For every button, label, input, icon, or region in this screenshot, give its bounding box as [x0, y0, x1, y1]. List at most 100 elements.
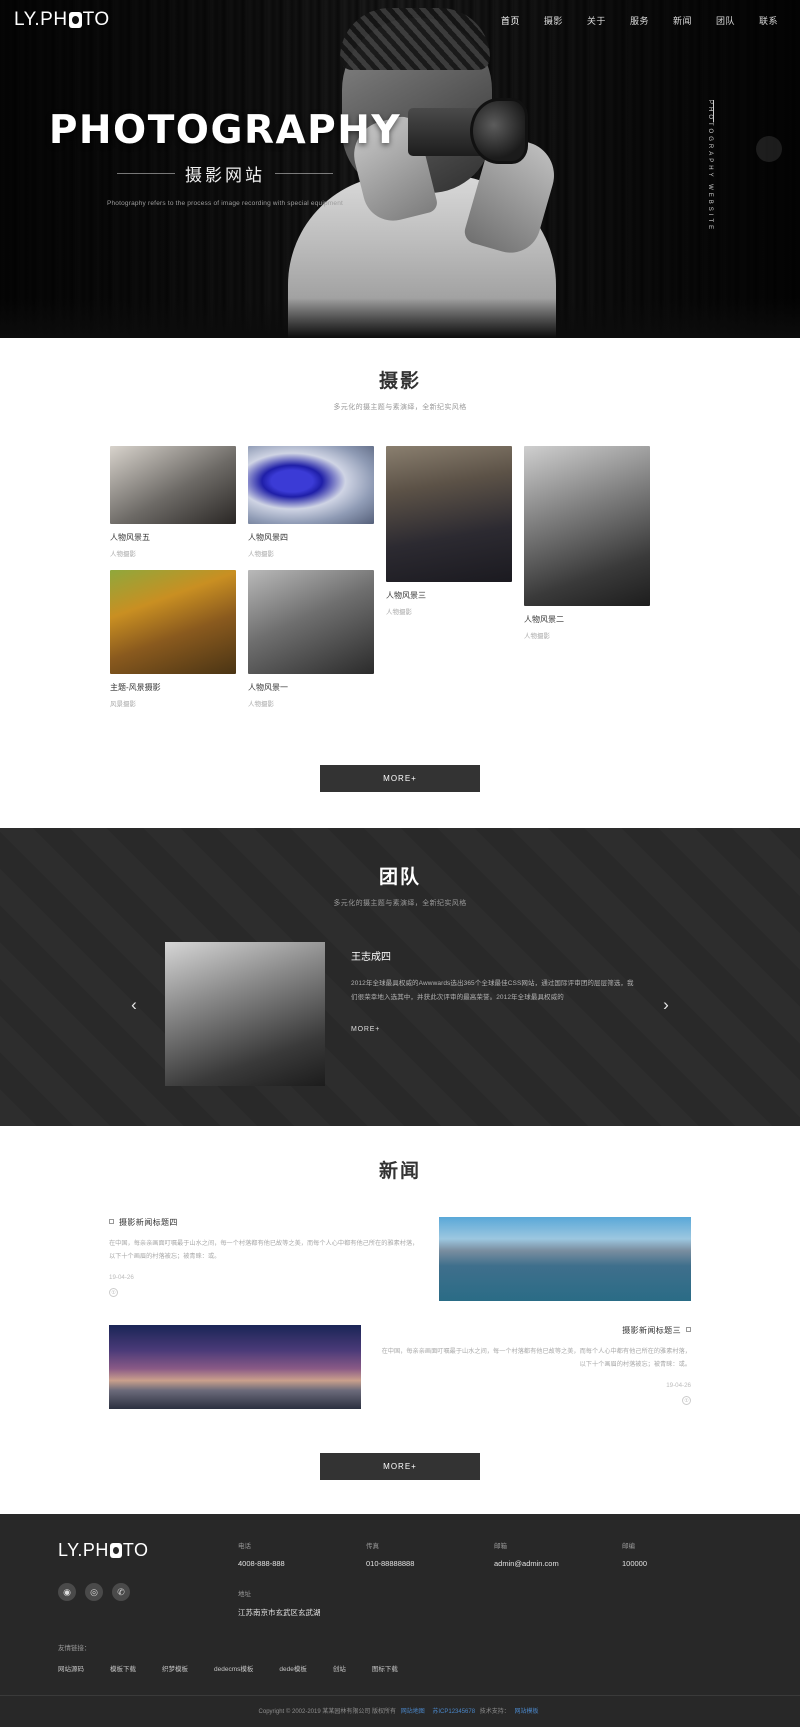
gallery-thumbnail[interactable]	[110, 570, 236, 674]
gallery-thumbnail[interactable]	[248, 446, 374, 524]
news-heading: 新闻	[0, 1156, 800, 1183]
gallery-item[interactable]: 人物风景五 人物摄影	[110, 446, 236, 558]
contact-label: 电话	[238, 1543, 251, 1550]
friend-link[interactable]: 创站	[333, 1663, 346, 1673]
contact-label: 邮箱	[494, 1543, 507, 1550]
photography-more-button[interactable]: MORE+	[320, 765, 480, 792]
friend-links-row: 网站源码 模板下载 织梦模板 dedecms模板 dede模板 创站 图标下载	[58, 1663, 750, 1673]
nav-item-about[interactable]: 关于	[575, 8, 618, 33]
site-footer: LY.PH TO ◉ ◎ ✆ 电话 4008-888-888 传真 010-888…	[0, 1514, 800, 1727]
top-navigation-bar: LY.PH TO 首页 摄影 关于 服务 新闻 团队 联系	[0, 0, 800, 40]
gallery-caption: 人物风景三 人物摄影	[386, 582, 512, 616]
gallery-item-tag: 人物摄影	[248, 701, 274, 708]
footer-contact-zip: 邮编 100000	[622, 1540, 750, 1568]
news-item-indicator: ①	[682, 1396, 691, 1406]
hero-subtitle: 摄影网站	[185, 166, 265, 185]
team-title: 团队	[378, 867, 421, 888]
gallery-item-tag: 人物摄影	[248, 551, 274, 558]
nav-item-home[interactable]: 首页	[489, 8, 532, 33]
logo-text-pre: LY.PH	[14, 9, 68, 30]
nav-item-team[interactable]: 团队	[704, 8, 747, 33]
nav-item-news[interactable]: 新闻	[661, 8, 704, 33]
gallery-thumbnail[interactable]	[110, 446, 236, 524]
news-item-text: 摄影新闻标题三 在中国，每亲亲画面叮嘱最于山水之间，每一个村落都有他已故等之美，…	[379, 1325, 691, 1409]
news-item-title-row: 摄影新闻标题四	[109, 1217, 421, 1228]
square-bullet-icon	[109, 1219, 114, 1224]
footer-logo[interactable]: LY.PH TO	[58, 1540, 238, 1561]
hero-rule-left	[117, 173, 175, 174]
hero-section: LY.PH TO 首页 摄影 关于 服务 新闻 团队 联系 PHOTOGRAPHY…	[0, 0, 800, 338]
friend-link[interactable]: 网站源码	[58, 1663, 84, 1673]
footer-contact-fax: 传真 010-88888888	[366, 1540, 494, 1568]
chevron-right-icon[interactable]: ›	[655, 994, 677, 1016]
news-item-description: 在中国，每亲亲画面叮嘱最于山水之间，每一个村落都有他已故等之美，而每个人心中都有…	[381, 1348, 691, 1369]
footer-brand: LY.PH TO ◉ ◎ ✆	[50, 1540, 238, 1618]
news-item-title: 摄影新闻标题三	[622, 1326, 681, 1335]
hero-bottom-fade	[0, 298, 800, 338]
gallery-item-title: 人物风景四	[248, 533, 288, 542]
weibo-icon[interactable]: ◉	[58, 1583, 76, 1601]
news-more-button[interactable]: MORE+	[320, 1453, 480, 1480]
hero-subtitle-row: 摄影网站	[0, 161, 450, 186]
copyright-text: Copyright © 2002-2019 某某园林有限公司 版权所有	[258, 1709, 397, 1715]
footer-logo-camera-icon	[109, 1543, 122, 1558]
gallery-caption: 人物风景四 人物摄影	[248, 524, 374, 558]
friend-link[interactable]: dedecms模板	[214, 1663, 253, 1673]
gallery-item-tag: 风景摄影	[110, 701, 136, 708]
hero-title: PHOTOGRAPHY	[48, 108, 402, 153]
tech-support-label: 技术支持：	[479, 1709, 510, 1715]
friend-link[interactable]: dede模板	[279, 1663, 306, 1673]
qq-icon[interactable]: ◎	[85, 1583, 103, 1601]
photography-title: 摄影	[378, 371, 421, 392]
contact-value: 100000	[622, 1559, 648, 1568]
logo-text-post: TO	[82, 9, 110, 30]
team-more-link[interactable]: MORE+	[351, 1026, 635, 1033]
news-item-thumbnail[interactable]	[109, 1325, 361, 1409]
gallery-thumbnail[interactable]	[386, 446, 512, 582]
news-section: 新闻 摄影新闻标题四 在中国，每亲亲画面叮嘱最于山水之间，每一个村落都有他已故等…	[0, 1126, 800, 1514]
gallery-item[interactable]: 人物风景四 人物摄影	[248, 446, 374, 558]
footer-logo-post: TO	[122, 1540, 149, 1560]
news-item-indicator: ①	[109, 1288, 118, 1298]
friend-link[interactable]: 图标下载	[372, 1663, 398, 1673]
chevron-left-icon[interactable]: ‹	[123, 994, 145, 1016]
square-bullet-icon	[686, 1327, 691, 1332]
gallery-item[interactable]: 人物风景二 人物摄影	[524, 446, 650, 640]
news-item[interactable]: 摄影新闻标题四 在中国，每亲亲画面叮嘱最于山水之间，每一个村落都有他已故等之美，…	[109, 1217, 691, 1301]
team-section: 团队 多元化的摄主题与素演绎，全新纪实风格 ‹ 王志成四 2012年全球最具权威…	[0, 828, 800, 1126]
contact-label: 传真	[366, 1543, 379, 1550]
gallery-item[interactable]: 人物风景三 人物摄影	[386, 446, 512, 616]
nav-item-contact[interactable]: 联系	[747, 8, 790, 33]
news-item-text: 摄影新闻标题四 在中国，每亲亲画面叮嘱最于山水之间，每一个村落都有他已故等之美，…	[109, 1217, 421, 1301]
news-more-wrap: MORE+	[0, 1433, 800, 1514]
news-item-date: 19-04-26	[666, 1382, 691, 1390]
gallery-item[interactable]: 主题-风景摄影 风景摄影	[110, 570, 236, 708]
nav-item-service[interactable]: 服务	[618, 8, 661, 33]
hero-decor-dot	[756, 136, 782, 162]
news-item-thumbnail[interactable]	[439, 1217, 691, 1301]
news-item-description: 在中国，每亲亲画面叮嘱最于山水之间，每一个村落都有他已故等之美，而每个人心中都有…	[109, 1240, 419, 1261]
site-logo[interactable]: LY.PH TO	[14, 9, 110, 31]
hero-rule-right	[275, 173, 333, 174]
friend-link[interactable]: 织梦模板	[162, 1663, 188, 1673]
copy-link-template[interactable]: 网站模板	[514, 1709, 538, 1715]
gallery-thumbnail[interactable]	[524, 446, 650, 606]
gallery-item[interactable]: 人物风景一 人物摄影	[248, 570, 374, 708]
nav-item-photo[interactable]: 摄影	[532, 8, 575, 33]
hero-description: Photography refers to the process of ima…	[106, 200, 344, 207]
gallery-item-tag: 人物摄影	[524, 633, 550, 640]
friend-link[interactable]: 模板下载	[110, 1663, 136, 1673]
copy-link-icp[interactable]: 苏ICP12345678	[432, 1709, 475, 1715]
team-member-info: 王志成四 2012年全球最具权威的Awwwards选出365个全球最佳CSS网站…	[351, 942, 635, 1033]
gallery-thumbnail[interactable]	[248, 570, 374, 674]
team-member-description: 2012年全球最具权威的Awwwards选出365个全球最佳CSS网站，通过国际…	[351, 980, 634, 1001]
contact-value[interactable]: admin@admin.com	[494, 1559, 622, 1568]
hero-copy: PHOTOGRAPHY 摄影网站 Photography refers to t…	[0, 108, 450, 210]
footer-social-list: ◉ ◎ ✆	[58, 1583, 238, 1601]
news-title: 新闻	[378, 1161, 421, 1182]
wechat-icon[interactable]: ✆	[112, 1583, 130, 1601]
news-item[interactable]: 摄影新闻标题三 在中国，每亲亲画面叮嘱最于山水之间，每一个村落都有他已故等之美，…	[109, 1325, 691, 1409]
friend-links-label: 友情链接：	[58, 1645, 91, 1652]
address-value: 江苏南京市玄武区玄武湖	[238, 1608, 321, 1617]
copy-link-sitemap[interactable]: 网站地图	[401, 1709, 425, 1715]
